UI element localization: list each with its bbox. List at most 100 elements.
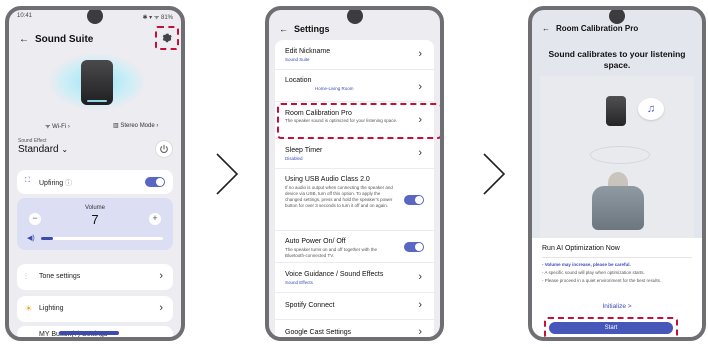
usb-audio-toggle[interactable] [404,195,424,205]
power-icon [160,144,168,153]
item-subtitle: Sound Effects [285,280,313,285]
phone-room-calibration: ← Room Calibration Pro Sound calibrates t… [528,6,706,341]
info-icon[interactable]: ⓘ [65,180,72,187]
wifi-status[interactable]: ᯤ Wi-Fi › [45,122,70,130]
list-item[interactable]: Location Home-Living Room › [275,70,434,102]
phone-sound-suite: 10:41 ✱ ▾ ᯤ 81% ← Sound Suite ᯤ Wi-Fi › ▥… [5,6,185,341]
back-arrow-icon[interactable]: ← [19,34,29,45]
chevron-down-icon: ⌄ [61,145,69,154]
page-subtitle: Sound calibrates to your listening space… [548,49,686,70]
gear-icon[interactable] [161,32,173,44]
lighting-label: Lighting [39,305,64,312]
upfiring-label: Upfiring [39,180,64,187]
auto-power-toggle[interactable] [404,242,424,252]
start-button[interactable]: Start [549,322,673,334]
page-title: Settings [294,24,330,34]
page-title: Sound Suite [35,34,94,45]
volume-label: Volume [84,205,105,211]
music-note-icon: ♫ [638,98,664,120]
settings-list: Edit Nickname Sound Suite › Location Hom… [275,40,434,337]
chevron-right-icon: › [67,124,70,130]
item-title: Location [285,77,312,84]
warning-text: - Volume may increase, please be careful… [542,262,631,267]
list-item[interactable]: Sleep Timer Disabled › [275,139,434,169]
item-subtitle: Home-Living Room [315,86,354,91]
item-title: Auto Power On/ Off [285,238,346,245]
speaker-image [606,96,626,126]
page-title-row: ← Room Calibration Pro [542,24,638,33]
settings-highlight [155,26,179,50]
volume-down-button[interactable]: − [29,213,41,225]
upfiring-toggle[interactable] [145,177,165,187]
chevron-right-icon: › [418,147,422,159]
chevron-right-icon: › [159,270,163,282]
lighting-row[interactable]: ☀ Lighting › [17,296,173,322]
chevron-right-icon: › [159,302,163,314]
chevron-right-icon: › [418,271,422,283]
chevron-right-icon: › [156,123,159,129]
item-title: Edit Nickname [285,48,331,55]
page-title-row: ← Settings [279,24,330,34]
chevron-right-icon: › [418,326,422,338]
status-icons: ✱ ▾ ᯤ 81% [142,15,173,21]
item-title: Sleep Timer [285,147,323,154]
item-description: The speaker turns on and off together wi… [285,247,377,258]
room-calibration-highlight [277,103,440,139]
page-title: Room Calibration Pro [556,24,639,33]
list-item: Using USB Audio Class 2.0 If no audio is… [275,169,434,231]
tone-settings-row[interactable]: ⫶ Tone settings › [17,264,173,290]
sound-effect-dropdown[interactable]: Standard ⌄ [18,144,68,155]
back-arrow-icon[interactable]: ← [279,24,288,34]
info-text: - Please proceed in a quiet environment … [542,278,662,283]
start-button-highlight: Start [544,317,678,337]
volume-up-button[interactable]: + [149,213,161,225]
camera-notch [346,10,363,24]
list-item: Auto Power On/ Off The speaker turns on … [275,231,434,263]
item-title: Using USB Audio Class 2.0 [285,176,370,183]
list-item[interactable]: Spotify Connect › [275,293,434,320]
chevron-right-icon: › [418,299,422,311]
optimization-panel: Run AI Optimization Now - Volume may inc… [532,238,702,337]
next-step-arrow-icon [483,153,506,195]
speaker-image [81,60,113,105]
panel-title: Run AI Optimization Now [542,245,620,252]
sound-effect-value: Standard [18,144,59,155]
camera-notch [609,10,625,24]
armchair-graphic [592,186,644,230]
item-title: Spotify Connect [285,302,335,309]
chevron-right-icon: › [418,81,422,93]
tone-icon: ⫶ [25,272,27,281]
page-title-row: ← Sound Suite [19,34,93,45]
upfiring-card: ⛶ Upfiring ⓘ [17,170,173,194]
lighting-icon: ☀ [25,304,33,313]
list-item[interactable]: Voice Guidance / Sound Effects Sound Eff… [275,263,434,293]
next-step-arrow-icon [216,153,239,195]
stereo-mode-status[interactable]: ▥ Stereo Mode › [113,122,158,129]
volume-card: Volume 7 − + ◀) [17,198,173,250]
upfiring-icon: ⛶ [25,177,30,184]
volume-slider-fill [41,237,54,240]
camera-notch [87,10,103,24]
sound-wave-graphic [590,146,650,164]
item-subtitle: Sound Suite [285,57,310,62]
status-time: 10:41 [17,13,33,19]
phone-settings: ← Settings Edit Nickname Sound Suite › Lo… [265,6,444,341]
stereo-label: Stereo Mode [120,123,155,129]
speaker-volume-icon: ◀) [27,235,35,242]
item-description: If no audio is output when connecting th… [285,185,393,208]
bottom-action-bar [59,331,119,335]
item-title: Google Cast Settings [285,329,352,336]
initialize-link[interactable]: Initialize > [532,303,702,310]
list-item[interactable]: Edit Nickname Sound Suite › [275,40,434,70]
divider [542,257,692,258]
back-arrow-icon[interactable]: ← [542,24,550,33]
info-text: - A specific sound will play when optimi… [542,270,645,275]
item-title: Voice Guidance / Sound Effects [285,271,384,278]
item-subtitle: Disabled [285,156,303,161]
chevron-right-icon: › [418,48,422,60]
list-item[interactable]: Google Cast Settings › [275,320,434,338]
volume-slider[interactable] [41,237,163,240]
wifi-label: Wi-Fi [52,124,67,130]
tutorial-stage: 10:41 ✱ ▾ ᯤ 81% ← Sound Suite ᯤ Wi-Fi › ▥… [0,0,708,347]
power-button[interactable] [155,140,173,158]
